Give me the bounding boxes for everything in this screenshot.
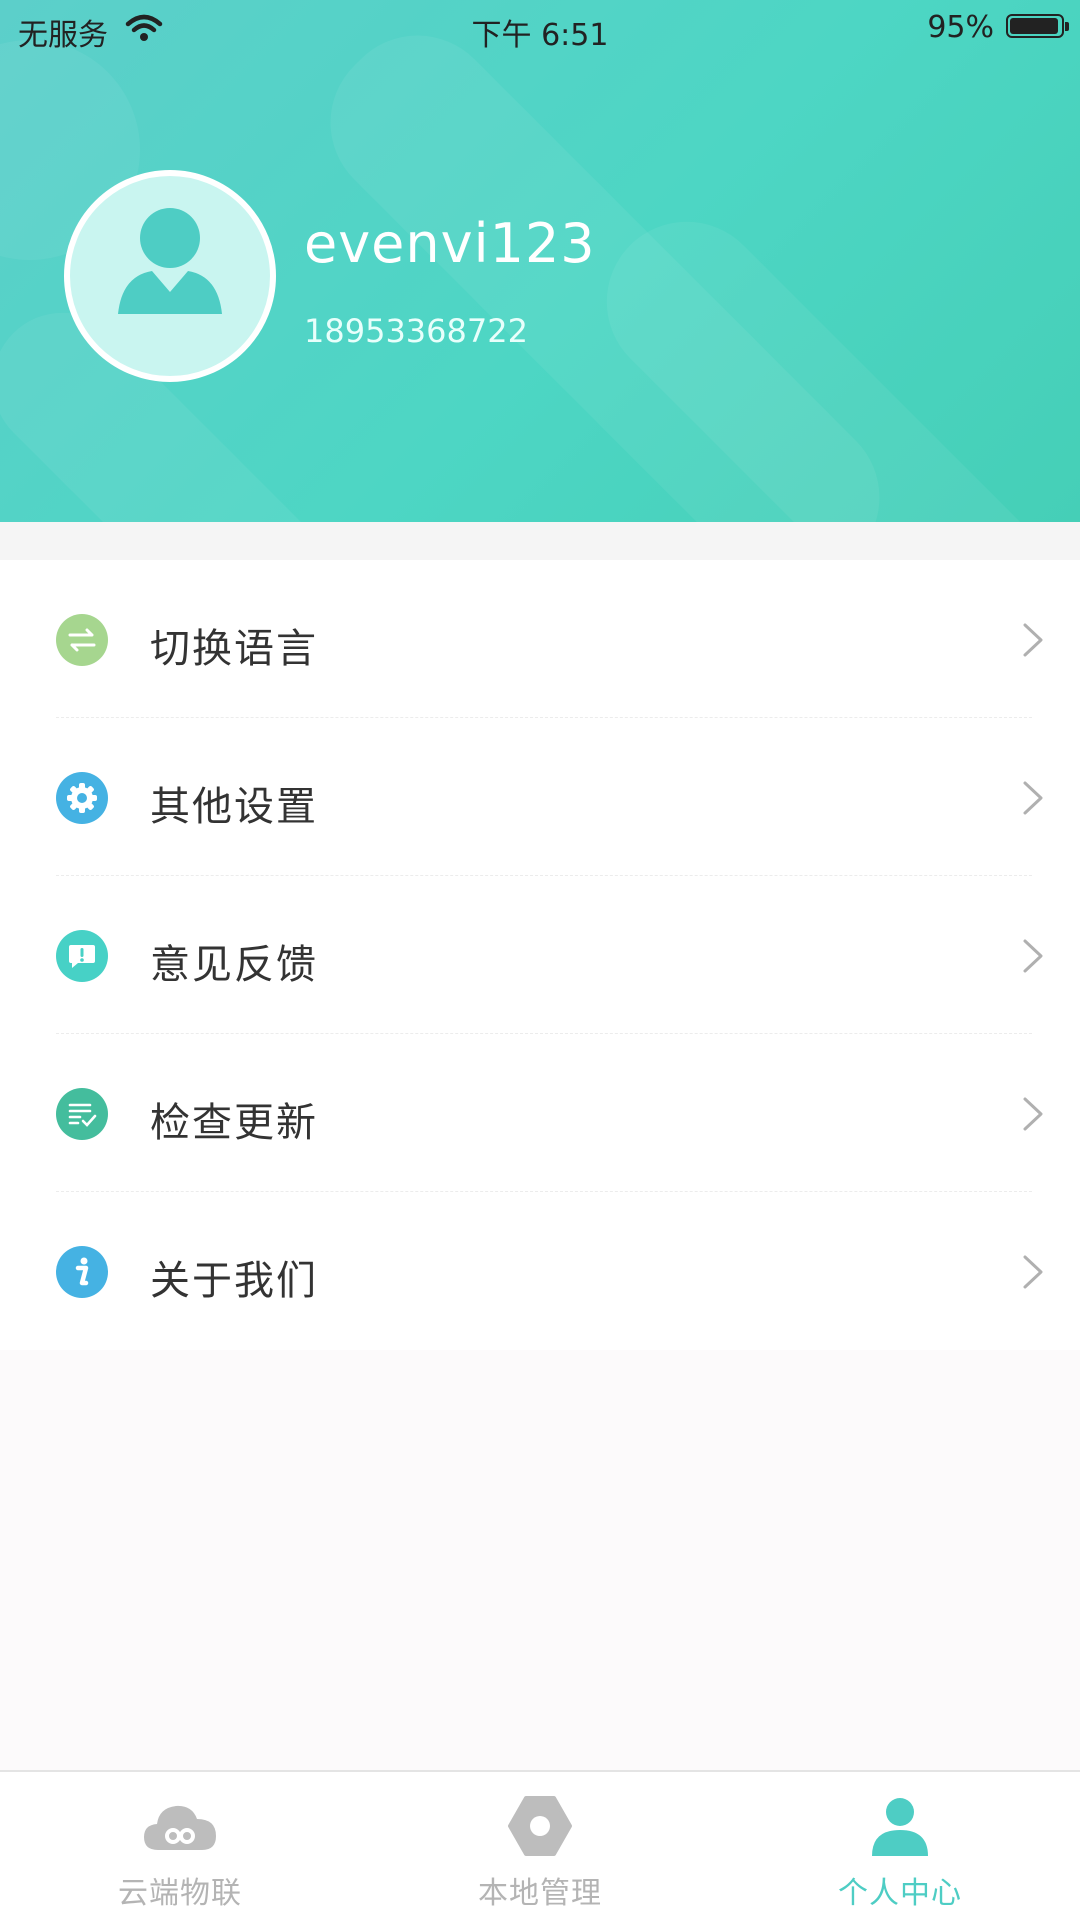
tab-cloud-iot[interactable]: 云端物联 xyxy=(0,1772,360,1922)
menu-item-label: 切换语言 xyxy=(150,626,318,672)
menu-item-other-settings[interactable]: 其他设置 xyxy=(0,718,1080,876)
tab-personal-center[interactable]: 个人中心 xyxy=(720,1772,1080,1922)
menu-item-about-us[interactable]: 关于我们 xyxy=(0,1192,1080,1350)
menu-item-language[interactable]: 切换语言 xyxy=(0,560,1080,718)
tab-bar: 云端物联 本地管理 个人中心 xyxy=(0,1770,1080,1922)
battery-icon xyxy=(1006,14,1069,38)
tab-label: 个人中心 xyxy=(838,1876,962,1911)
menu-item-label: 意见反馈 xyxy=(150,942,318,988)
chevron-right-icon xyxy=(1020,936,1046,976)
gear-icon xyxy=(56,772,108,824)
chevron-right-icon xyxy=(1020,620,1046,660)
profile-header: 无服务 下午 6:51 95% evenvi123 18953368722 xyxy=(0,0,1080,522)
status-bar: 无服务 下午 6:51 95% xyxy=(0,0,1080,56)
checklist-icon xyxy=(56,1088,108,1140)
menu-item-check-update[interactable]: 检查更新 xyxy=(0,1034,1080,1192)
section-gap xyxy=(0,522,1080,560)
swap-icon xyxy=(56,614,108,666)
avatar[interactable] xyxy=(64,170,276,382)
cloud-icon xyxy=(140,1794,220,1858)
user-silhouette-icon xyxy=(118,208,222,314)
menu-item-label: 关于我们 xyxy=(150,1258,318,1304)
hexagon-icon xyxy=(500,1794,580,1858)
username: evenvi123 xyxy=(304,212,596,275)
menu-item-feedback[interactable]: 意见反馈 xyxy=(0,876,1080,1034)
tab-label: 本地管理 xyxy=(478,1876,602,1911)
clock: 下午 6:51 xyxy=(471,18,609,53)
feedback-icon xyxy=(56,930,108,982)
settings-menu: 切换语言 其他设置 意见反馈 检查更新 关于我们 xyxy=(0,560,1080,1350)
chevron-right-icon xyxy=(1020,1094,1046,1134)
phone-number: 18953368722 xyxy=(304,312,528,350)
menu-item-label: 检查更新 xyxy=(150,1100,318,1146)
info-icon xyxy=(56,1246,108,1298)
battery-fill xyxy=(1010,18,1058,34)
tab-local-management[interactable]: 本地管理 xyxy=(360,1772,720,1922)
person-icon xyxy=(860,1794,940,1858)
menu-item-label: 其他设置 xyxy=(150,784,318,830)
tab-label: 云端物联 xyxy=(118,1876,242,1911)
chevron-right-icon xyxy=(1020,1252,1046,1292)
chevron-right-icon xyxy=(1020,778,1046,818)
battery-percent: 95% xyxy=(927,10,994,45)
